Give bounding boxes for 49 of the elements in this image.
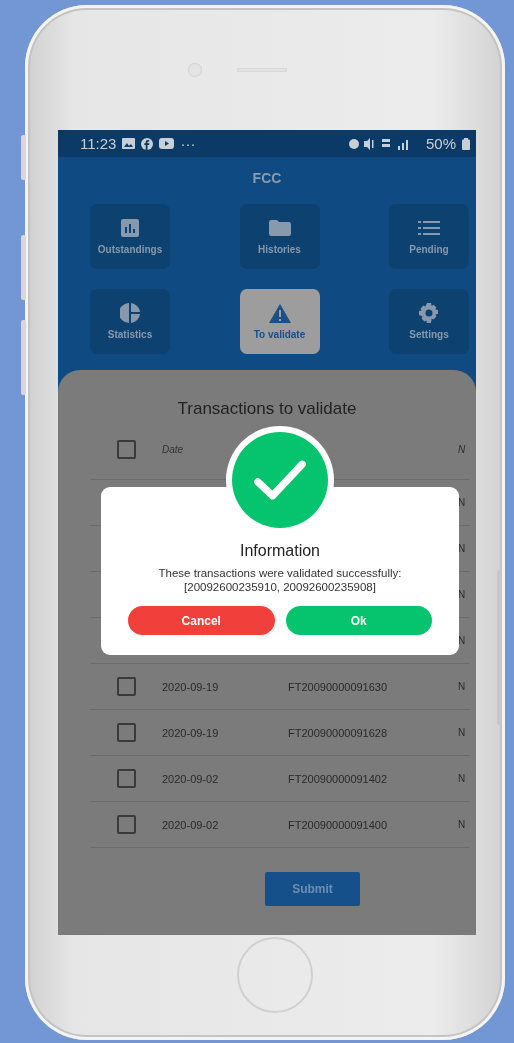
date-cell: 2020-09-19 xyxy=(162,680,219,693)
image-icon xyxy=(122,138,136,149)
column-header: Date xyxy=(162,443,185,455)
battery-percent: 50% xyxy=(425,135,456,152)
checkbox[interactable] xyxy=(117,677,136,696)
table-cell-text: N xyxy=(458,497,467,508)
battery-icon xyxy=(462,137,470,150)
folder-icon xyxy=(268,220,291,236)
menu-tile[interactable]: Pending xyxy=(389,204,469,269)
checkbox[interactable] xyxy=(117,439,136,459)
date-cell: 2020-09-02 xyxy=(162,772,219,785)
menu-tile[interactable]: Histories xyxy=(239,204,320,269)
reference-cell: FT20090000091402 xyxy=(288,772,388,785)
dialog-title: Information xyxy=(238,542,321,560)
gear-icon xyxy=(419,303,439,323)
reference-cell: FT20090000091630 xyxy=(288,680,388,693)
table-cell-text: N xyxy=(458,589,467,600)
dialog-message: These transactions were validated successfully: [20092600235910, 20092600235908] xyxy=(157,566,403,594)
app-title: FCC xyxy=(251,169,283,188)
bar-chart-icon xyxy=(121,219,139,237)
column-header: N xyxy=(458,443,467,455)
table-cell-text: N xyxy=(458,543,467,554)
menu-tile[interactable]: Outstandings xyxy=(90,204,170,269)
table-cell-text: N xyxy=(458,773,467,784)
reference-cell: FT20090000091400 xyxy=(288,818,388,831)
menu-tile[interactable]: Settings xyxy=(389,289,469,354)
table-cell-text: N xyxy=(458,819,467,830)
checkbox[interactable] xyxy=(117,769,136,788)
menu-tile[interactable]: Statistics xyxy=(90,289,170,354)
date-cell: 2020-09-19 xyxy=(162,726,219,739)
video-icon xyxy=(159,138,175,149)
menu-tile[interactable]: To validate xyxy=(239,289,320,354)
table-cell-text: N xyxy=(458,727,467,738)
more-notifications: ··· xyxy=(180,135,196,152)
table-cell-text: N xyxy=(458,635,467,646)
warning-icon xyxy=(268,303,291,323)
date-cell: 2020-09-02 xyxy=(162,818,219,831)
pie-chart-icon xyxy=(120,303,140,323)
submit-button[interactable]: Submit xyxy=(265,872,360,906)
facebook-icon xyxy=(141,137,154,150)
ok-button[interactable]: Ok xyxy=(285,606,432,635)
cancel-button[interactable]: Cancel xyxy=(128,606,275,635)
status-time: 11:23 xyxy=(80,135,117,152)
table-cell-text: N xyxy=(458,681,467,692)
checkbox[interactable] xyxy=(117,723,136,742)
reference-cell: FT20090000091628 xyxy=(288,726,388,739)
list-icon xyxy=(418,221,440,235)
checkbox[interactable] xyxy=(117,815,136,834)
sheet-title: Transactions to validate xyxy=(176,399,358,419)
